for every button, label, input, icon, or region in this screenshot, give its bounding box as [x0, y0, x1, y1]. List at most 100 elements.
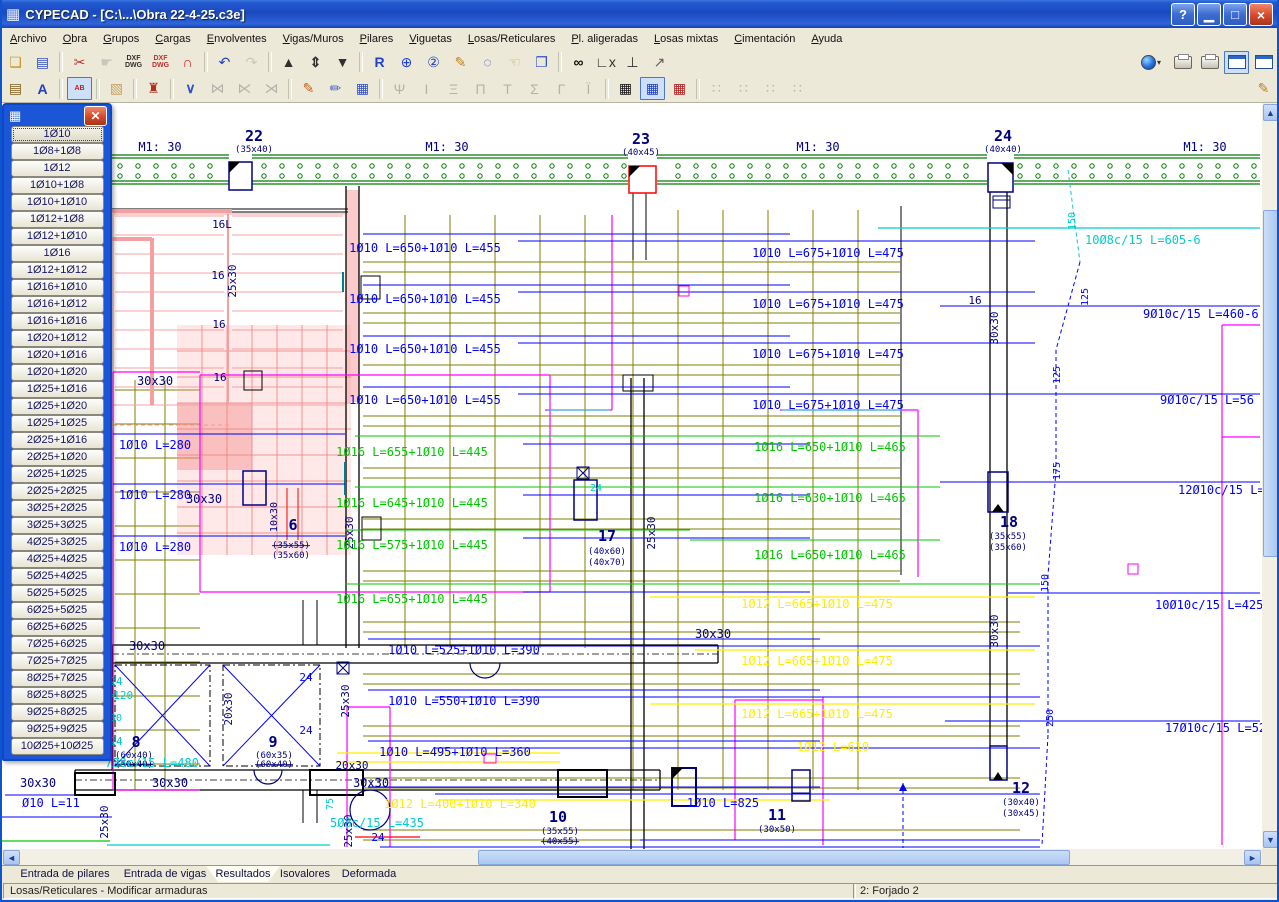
rebar-option-7o25-6o25[interactable]: 7Ø25+6Ø25 — [11, 636, 104, 653]
report-sheet-icon[interactable]: ▤ — [3, 77, 28, 100]
snap-magnet-icon[interactable]: ∩ — [175, 51, 200, 74]
menu-losas-reticulares[interactable]: Losas/Reticulares — [460, 30, 563, 48]
floor-plan-drawing[interactable]: M1: 30M1: 30M1: 30M1: 3022(35x40)23(40x4… — [2, 103, 1262, 849]
rebar-option-6o25-6o25[interactable]: 6Ø25+6Ø25 — [11, 619, 104, 636]
rebar-option-3o25-2o25[interactable]: 3Ø25+2Ø25 — [11, 500, 104, 517]
menu-pilares[interactable]: Pilares — [352, 30, 402, 48]
rebar-option-10o25-10o25[interactable]: 10Ø25+10Ø25 — [11, 738, 104, 755]
scroll-down-icon[interactable]: ▼ — [1263, 831, 1278, 848]
vertical-scrollbar[interactable]: ▲ ▼ — [1262, 103, 1277, 849]
rebar-option-1o16-1o16[interactable]: 1Ø16+1Ø16 — [11, 313, 104, 330]
tab-entrada-de-pilares[interactable]: Entrada de pilares — [6, 866, 124, 882]
rebar-option-1o8-1o8[interactable]: 1Ø8+1Ø8 — [11, 143, 104, 160]
menu-pl-aligeradas[interactable]: Pl. aligeradas — [563, 30, 646, 48]
menu-losas-mixtas[interactable]: Losas mixtas — [646, 30, 726, 48]
rebar-option-2o25-1o16[interactable]: 2Ø25+1Ø16 — [11, 432, 104, 449]
copy-view-icon[interactable]: ❐ — [529, 51, 554, 74]
tab-entrada-de-vigas[interactable]: Entrada de vigas — [111, 866, 219, 882]
minimize-button[interactable]: ▁ — [1197, 3, 1221, 26]
rebar-option-5o25-5o25[interactable]: 5Ø25+5Ø25 — [11, 585, 104, 602]
rebar-option-4o25-4o25[interactable]: 4Ø25+4Ø25 — [11, 551, 104, 568]
section-tool-1-icon[interactable]: Ψ — [387, 77, 412, 100]
redo-icon[interactable]: ↷ — [239, 51, 264, 74]
rebar-option-1o10[interactable]: 1Ø10 — [11, 126, 104, 143]
zoom-dashed-icon[interactable]: ◌ — [475, 51, 500, 74]
rebar-option-1o20-1o16[interactable]: 1Ø20+1Ø16 — [11, 347, 104, 364]
rebar-option-1o20-1o12[interactable]: 1Ø20+1Ø12 — [11, 330, 104, 347]
menu-obra[interactable]: Obra — [55, 30, 95, 48]
menu-cimentaci-n[interactable]: Cimentación — [726, 30, 803, 48]
title-bar[interactable]: ▦ CYPECAD - [C:\...\Obra 22-4-25.c3e] ?▁… — [0, 0, 1279, 28]
menu-cargas[interactable]: Cargas — [147, 30, 198, 48]
horizontal-scroll-thumb[interactable] — [478, 850, 1070, 865]
section-tool-5-icon[interactable]: Τ — [495, 77, 520, 100]
go-to-group-icon[interactable]: ⇕ — [303, 51, 328, 74]
visibility-ab-icon[interactable]: AB — [67, 77, 92, 100]
match-bars-3-icon[interactable]: ∷ — [758, 77, 783, 100]
reinforcement-grid-icon[interactable]: ▦ — [350, 77, 375, 100]
rebar-option-1o10-1o10[interactable]: 1Ø10+1Ø10 — [11, 194, 104, 211]
help-button[interactable]: ? — [1171, 3, 1195, 26]
vertical-scroll-thumb[interactable] — [1263, 210, 1278, 557]
menu-archivo[interactable]: Archivo — [2, 30, 55, 48]
rebar-option-9o25-9o25[interactable]: 9Ø25+9Ø25 — [11, 721, 104, 738]
section-tool-7-icon[interactable]: Γ — [549, 77, 574, 100]
drawing-canvas[interactable]: M1: 30M1: 30M1: 30M1: 3022(35x40)23(40x4… — [2, 103, 1262, 849]
section-tool-4-icon[interactable]: Π — [468, 77, 493, 100]
scroll-up-icon[interactable]: ▲ — [1263, 104, 1278, 121]
zoom-window-icon[interactable]: R — [367, 51, 392, 74]
modify-reinforcement-icon[interactable]: ✏ — [323, 77, 348, 100]
rebar-option-8o25-8o25[interactable]: 8Ø25+8Ø25 — [11, 687, 104, 704]
rebar-option-5o25-4o25[interactable]: 5Ø25+4Ø25 — [11, 568, 104, 585]
rebar-option-1o12-1o8[interactable]: 1Ø12+1Ø8 — [11, 211, 104, 228]
rebar-option-2o25-2o25[interactable]: 2Ø25+2Ø25 — [11, 483, 104, 500]
mesh-view-blue-icon[interactable]: ▦ — [640, 77, 665, 100]
beam-match-icon[interactable]: ⋈ — [205, 77, 230, 100]
section-tool-3-icon[interactable]: Ξ — [441, 77, 466, 100]
rebar-option-1o16-1o10[interactable]: 1Ø16+1Ø10 — [11, 279, 104, 296]
rebar-option-6o25-5o25[interactable]: 6Ø25+5Ø25 — [11, 602, 104, 619]
rebar-option-2o25-1o25[interactable]: 2Ø25+1Ø25 — [11, 466, 104, 483]
rebar-option-1o20-1o20[interactable]: 1Ø20+1Ø20 — [11, 364, 104, 381]
menu-grupos[interactable]: Grupos — [95, 30, 147, 48]
save-icon[interactable]: ▤ — [30, 51, 55, 74]
modify-drawing-icon[interactable]: ✎ — [1251, 77, 1276, 100]
menu-envolventes[interactable]: Envolventes — [199, 30, 275, 48]
window-arrange-icon[interactable] — [1251, 51, 1276, 74]
orthogonal-icon[interactable]: ⊥ — [620, 51, 645, 74]
beam-divide-icon[interactable]: ⋊ — [259, 77, 284, 100]
dxf-dwg-layers-icon[interactable]: DXF DWG — [148, 51, 173, 74]
cut-elements-icon[interactable]: ✂ — [67, 51, 92, 74]
palette-close-icon[interactable]: ✕ — [84, 106, 107, 126]
measure-icon[interactable]: ↗ — [647, 51, 672, 74]
rebar-option-1o25-1o25[interactable]: 1Ø25+1Ø25 — [11, 415, 104, 432]
rebar-option-9o25-8o25[interactable]: 9Ø25+8Ø25 — [11, 704, 104, 721]
rebar-option-1o25-1o20[interactable]: 1Ø25+1Ø20 — [11, 398, 104, 415]
grab-icon[interactable]: ☛ — [94, 51, 119, 74]
maximize-button[interactable]: □ — [1223, 3, 1247, 26]
horizontal-scrollbar[interactable]: ◄ ► — [2, 849, 1262, 865]
view-3d-icon[interactable]: ▧ — [104, 77, 129, 100]
match-bars-4-icon[interactable]: ∷ — [785, 77, 810, 100]
search-binoculars-icon[interactable]: ∞ — [566, 51, 591, 74]
zoom-previous-icon[interactable]: ② — [421, 51, 446, 74]
print-preview-icon[interactable] — [1197, 51, 1222, 74]
rebar-option-4o25-3o25[interactable]: 4Ø25+3Ø25 — [11, 534, 104, 551]
coordinates-axes-icon[interactable]: ∟x — [593, 51, 618, 74]
scroll-left-icon[interactable]: ◄ — [3, 850, 20, 865]
beam-section-icon[interactable]: ∨ — [178, 77, 203, 100]
tab-isovalores[interactable]: Isovalores — [267, 866, 343, 882]
draw-reinforcement-icon[interactable]: ✎ — [296, 77, 321, 100]
rebar-option-7o25-7o25[interactable]: 7Ø25+7Ø25 — [11, 653, 104, 670]
menu-ayuda[interactable]: Ayuda — [803, 30, 850, 48]
rebar-option-1o12-1o12[interactable]: 1Ø12+1Ø12 — [11, 262, 104, 279]
section-tool-6-icon[interactable]: Σ — [522, 77, 547, 100]
group-up-icon[interactable]: ▲ — [276, 51, 301, 74]
mesh-view-black-icon[interactable]: ▦ — [613, 77, 638, 100]
edit-texts-icon[interactable]: A — [30, 77, 55, 100]
redraw-pencil-icon[interactable]: ✎ — [448, 51, 473, 74]
menu-viguetas[interactable]: Viguetas — [401, 30, 460, 48]
beam-join-icon[interactable]: ⋉ — [232, 77, 257, 100]
rebar-option-1o12-1o10[interactable]: 1Ø12+1Ø10 — [11, 228, 104, 245]
close-button[interactable]: × — [1249, 3, 1273, 26]
